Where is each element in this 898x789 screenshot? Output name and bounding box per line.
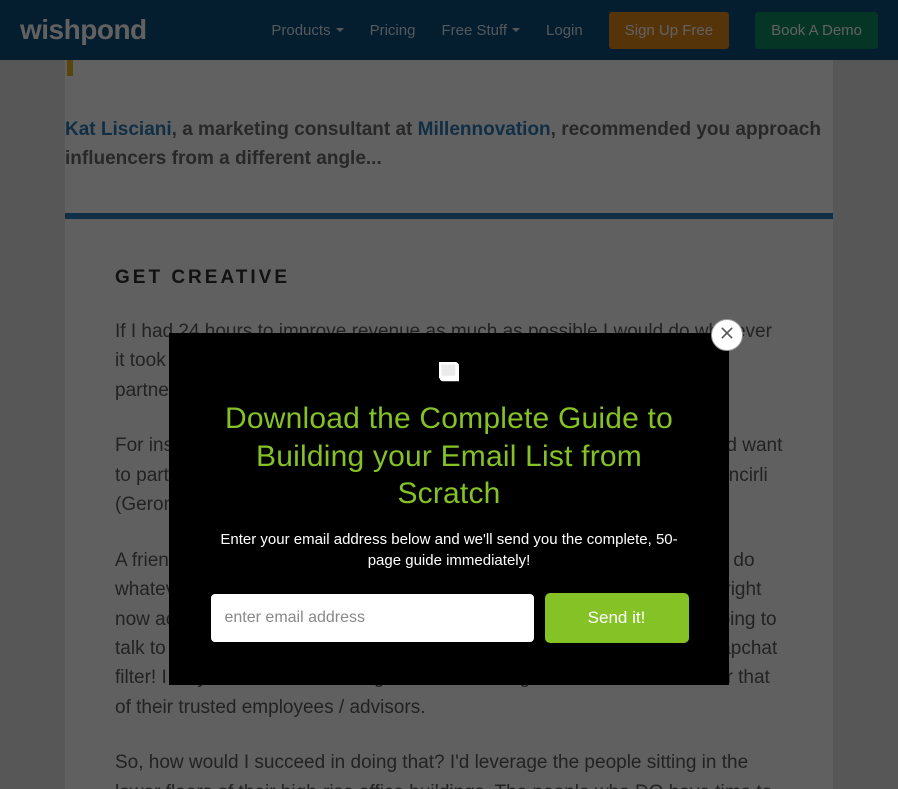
email-capture-modal: Download the Complete Guide to Building … (169, 333, 729, 685)
modal-form: Send it! (209, 593, 689, 643)
close-button[interactable] (711, 319, 743, 351)
modal-subtitle: Enter your email address below and we'll… (209, 529, 689, 571)
book-icon (209, 357, 689, 392)
modal-title: Download the Complete Guide to Building … (209, 400, 689, 513)
email-input[interactable] (210, 593, 535, 643)
close-icon (719, 325, 735, 346)
send-button[interactable]: Send it! (545, 593, 689, 643)
